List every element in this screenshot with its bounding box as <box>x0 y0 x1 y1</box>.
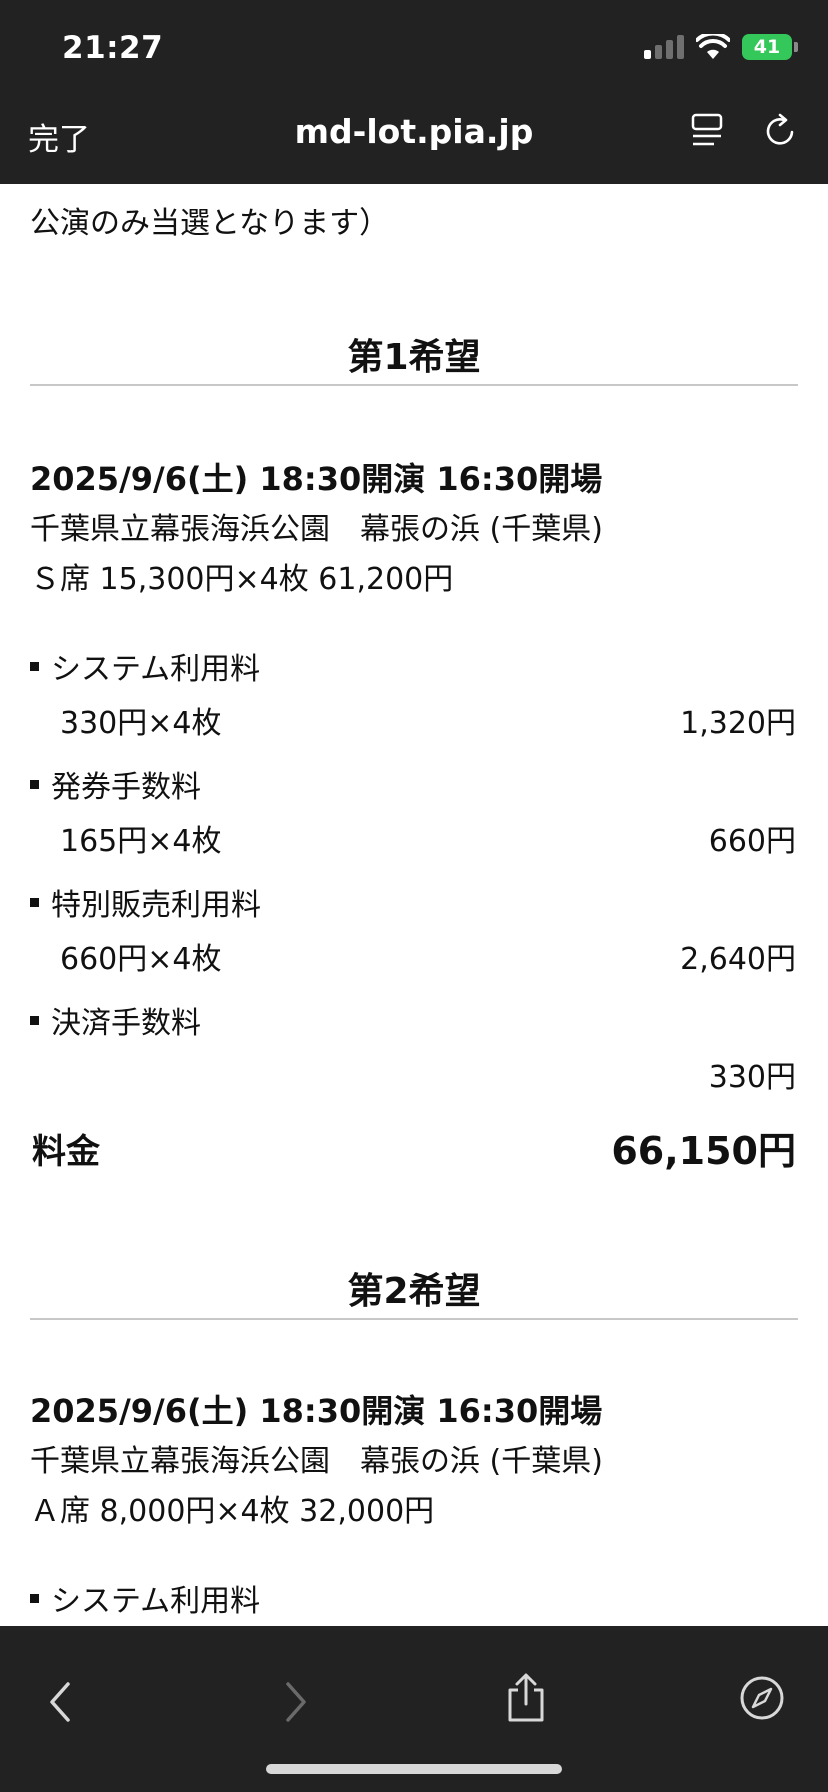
fee-label: システム利用料 <box>30 644 260 688</box>
status-icons: 41 <box>644 34 798 60</box>
browser-top-bar: 21:27 41 完了 md-lot.pia.jp <box>0 0 828 184</box>
fee-amount: 330円 <box>708 1060 796 1095</box>
reader-icon[interactable] <box>690 112 724 148</box>
wifi-icon <box>696 34 730 59</box>
battery-icon: 41 <box>742 34 798 60</box>
first-performance-date: 2025/9/6(土) 18:30開演 16:30開場 <box>30 460 603 498</box>
fee-amount: 1,320円 <box>680 706 796 741</box>
fee-label: 発券手数料 <box>30 762 201 806</box>
page-content: 公演のみ当選となります） 第1希望 2025/9/6(土) 18:30開演 16… <box>0 184 828 1626</box>
bullet-icon <box>30 661 39 671</box>
back-chevron-icon[interactable] <box>42 1678 78 1726</box>
home-indicator <box>266 1764 562 1774</box>
second-venue: 千葉県立幕張海浜公園 幕張の浜 (千葉県) <box>30 1444 603 1479</box>
battery-level: 41 <box>753 36 781 58</box>
compass-icon[interactable] <box>738 1674 786 1722</box>
lead-text: 公演のみ当選となります） <box>30 206 390 241</box>
fee-detail: 330円×4枚 <box>60 706 222 741</box>
second-choice-title: 第2希望 <box>347 1271 481 1312</box>
fee-label: 特別販売利用料 <box>30 880 261 924</box>
fee-detail: 660円×4枚 <box>60 942 222 977</box>
forward-chevron-icon[interactable] <box>278 1678 314 1726</box>
cellular-signal-icon <box>644 35 684 59</box>
status-time: 21:27 <box>62 30 164 66</box>
bullet-icon <box>30 1593 39 1603</box>
fee-detail: 165円×4枚 <box>60 824 222 859</box>
first-choice-divider <box>30 384 798 386</box>
bullet-icon <box>30 897 39 907</box>
nav-actions <box>690 112 798 148</box>
first-choice-title: 第1希望 <box>347 337 481 378</box>
fee-amount: 660円 <box>708 824 796 859</box>
share-icon[interactable] <box>504 1672 548 1724</box>
first-venue: 千葉県立幕張海浜公園 幕張の浜 (千葉県) <box>30 512 603 547</box>
fee-label: システム利用料 <box>30 1576 260 1620</box>
reload-icon[interactable] <box>764 112 798 148</box>
bullet-icon <box>30 779 39 789</box>
total-amount: 66,150円 <box>611 1129 796 1173</box>
second-performance-date: 2025/9/6(土) 18:30開演 16:30開場 <box>30 1392 603 1430</box>
first-seat-price: Ｓ席 15,300円×4枚 61,200円 <box>30 562 454 597</box>
total-label: 料金 <box>32 1132 100 1172</box>
bullet-icon <box>30 1015 39 1025</box>
second-choice-divider <box>30 1318 798 1320</box>
fee-amount: 2,640円 <box>680 942 796 977</box>
fee-label: 決済手数料 <box>30 998 201 1042</box>
second-seat-price: Ａ席 8,000円×4枚 32,000円 <box>30 1494 435 1529</box>
